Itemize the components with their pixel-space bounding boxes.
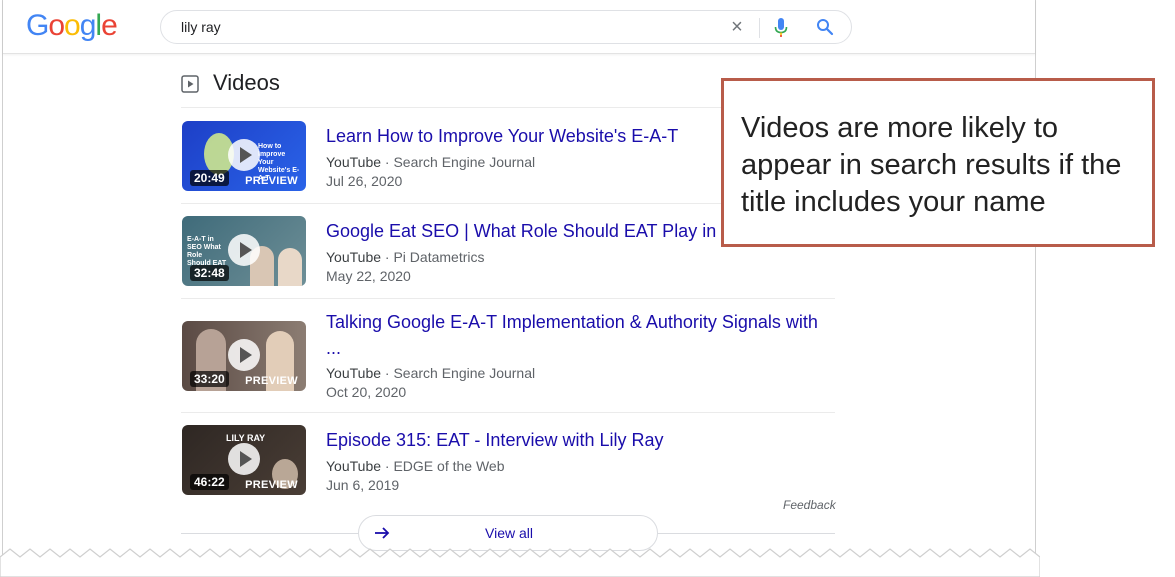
- video-duration: 32:48: [190, 265, 229, 281]
- search-box: ×: [160, 10, 852, 44]
- play-icon: [228, 339, 260, 371]
- play-icon: [228, 234, 260, 266]
- annotation-callout: Videos are more likely to appear in sear…: [721, 78, 1155, 247]
- source-platform: YouTube: [326, 249, 382, 265]
- search-header: Google ×: [3, 0, 1035, 54]
- logo-letter: G: [26, 9, 49, 42]
- google-logo[interactable]: Google: [26, 9, 118, 43]
- video-thumbnail[interactable]: 33:20 PREVIEW: [182, 321, 306, 391]
- preview-badge: PREVIEW: [245, 479, 298, 491]
- channel-name: Search Engine Journal: [393, 365, 536, 381]
- channel-name: Search Engine Journal: [393, 154, 536, 170]
- video-result: 33:20 PREVIEW Talking Google E-A-T Imple…: [181, 309, 835, 413]
- video-source: YouTube · Pi Datametrics: [326, 249, 485, 265]
- search-input[interactable]: [181, 11, 701, 43]
- section-title: Videos: [213, 70, 280, 95]
- channel-name: Pi Datametrics: [393, 249, 485, 265]
- video-thumbnail[interactable]: E-A-T in SEO What Role Should EAT 32:48: [182, 216, 306, 286]
- search-icon[interactable]: [816, 18, 834, 36]
- thumbnail-caption: E-A-T in SEO What Role Should EAT: [187, 236, 227, 267]
- callout-text: Videos are more likely to appear in sear…: [741, 112, 1122, 218]
- channel-name: EDGE of the Web: [393, 458, 505, 474]
- logo-letter: o: [48, 9, 65, 42]
- clear-icon[interactable]: ×: [726, 16, 748, 38]
- source-platform: YouTube: [326, 365, 382, 381]
- video-source: YouTube · Search Engine Journal: [326, 154, 536, 170]
- source-platform: YouTube: [326, 154, 382, 170]
- video-play-icon: [181, 75, 199, 93]
- video-date: Jul 26, 2020: [326, 173, 403, 189]
- video-duration: 46:22: [190, 474, 229, 490]
- preview-badge: PREVIEW: [245, 375, 298, 387]
- source-platform: YouTube: [326, 458, 382, 474]
- video-title-link[interactable]: Episode 315: EAT - Interview with Lily R…: [326, 427, 836, 453]
- video-date: Oct 20, 2020: [326, 384, 407, 400]
- video-source: YouTube · Search Engine Journal: [326, 365, 536, 381]
- video-thumbnail[interactable]: LILY RAY 46:22 PREVIEW: [182, 425, 306, 495]
- video-duration: 20:49: [190, 170, 229, 186]
- video-thumbnail[interactable]: How to Improve Your Website's E-A-T 20:4…: [182, 121, 306, 191]
- divider: [181, 298, 835, 299]
- preview-badge: PREVIEW: [245, 175, 298, 187]
- play-icon: [228, 139, 260, 171]
- video-date: May 22, 2020: [326, 268, 411, 284]
- divider: [181, 412, 835, 413]
- search-divider: [759, 18, 760, 38]
- feedback-link[interactable]: Feedback: [783, 498, 836, 512]
- thumbnail-caption: LILY RAY: [226, 433, 266, 443]
- logo-letter: e: [101, 9, 118, 42]
- video-duration: 33:20: [190, 371, 229, 387]
- video-source: YouTube · EDGE of the Web: [326, 458, 505, 474]
- torn-page-edge: [0, 548, 1040, 577]
- play-icon: [228, 443, 260, 475]
- logo-letter: g: [79, 9, 97, 42]
- microphone-icon[interactable]: [774, 18, 788, 38]
- video-title-link[interactable]: Talking Google E-A-T Implementation & Au…: [326, 309, 831, 361]
- video-result: LILY RAY 46:22 PREVIEW Episode 315: EAT …: [181, 425, 835, 497]
- view-all-label: View all: [485, 525, 533, 541]
- video-date: Jun 6, 2019: [326, 477, 400, 493]
- logo-letter: o: [64, 9, 81, 42]
